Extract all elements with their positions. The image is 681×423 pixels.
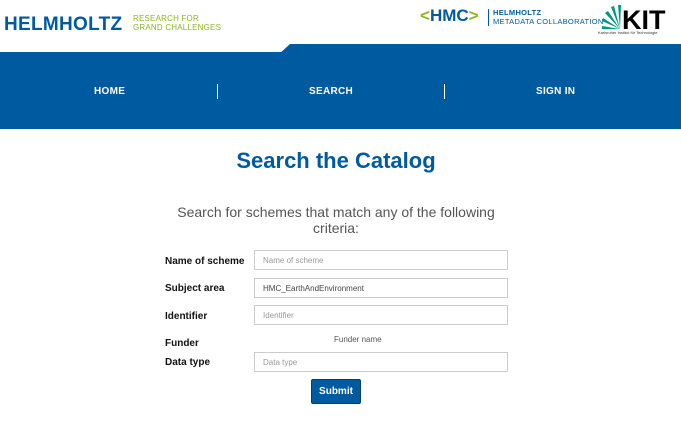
funder-label: Funder [165, 338, 199, 349]
submit-button[interactable]: Submit [311, 379, 361, 404]
helmholtz-tagline: RESEARCH FOR GRAND CHALLENGES [133, 14, 221, 32]
identifier-label: Identifier [165, 311, 208, 322]
identifier-input[interactable] [254, 305, 508, 325]
name-of-scheme-label: Name of scheme [165, 256, 245, 267]
funder-name-field[interactable]: Funder name [334, 335, 382, 344]
hmc-logo-text: HMC [429, 6, 469, 25]
hmc-line-2: METADATA COLLABORATION [493, 17, 604, 26]
hmc-wordmark: HELMHOLTZ METADATA COLLABORATION [493, 8, 604, 26]
hmc-divider [488, 9, 489, 26]
data-type-label: Data type [165, 357, 211, 368]
name-of-scheme-input[interactable] [254, 250, 508, 270]
nav-divider [444, 84, 445, 99]
subject-area-input[interactable] [254, 278, 508, 298]
nav-search[interactable]: SEARCH [309, 86, 353, 97]
chevron-right-icon: > [468, 6, 479, 25]
tagline-line-2: GRAND CHALLENGES [133, 23, 222, 32]
hmc-line-1: HELMHOLTZ [493, 8, 542, 17]
kit-subtitle: Karlsruher Institut für Technologie [598, 30, 658, 35]
data-type-input[interactable] [254, 352, 508, 372]
page-subtitle: Search for schemes that match any of the… [177, 204, 495, 236]
tagline-line-1: RESEARCH FOR [133, 14, 199, 23]
hmc-logo[interactable]: <HMC> [420, 6, 479, 26]
page-title: Search the Catalog [236, 148, 436, 173]
kit-fan-icon [602, 5, 621, 29]
nav-divider [217, 84, 218, 99]
nav-home[interactable]: HOME [94, 86, 125, 97]
nav-signin[interactable]: SIGN IN [536, 86, 575, 97]
top-header: HELMHOLTZ RESEARCH FOR GRAND CHALLENGES … [0, 0, 681, 44]
helmholtz-logo[interactable]: HELMHOLTZ [4, 14, 122, 36]
chevron-left-icon: < [420, 6, 430, 25]
subject-area-label: Subject area [165, 283, 225, 294]
nav-notch [0, 44, 290, 52]
